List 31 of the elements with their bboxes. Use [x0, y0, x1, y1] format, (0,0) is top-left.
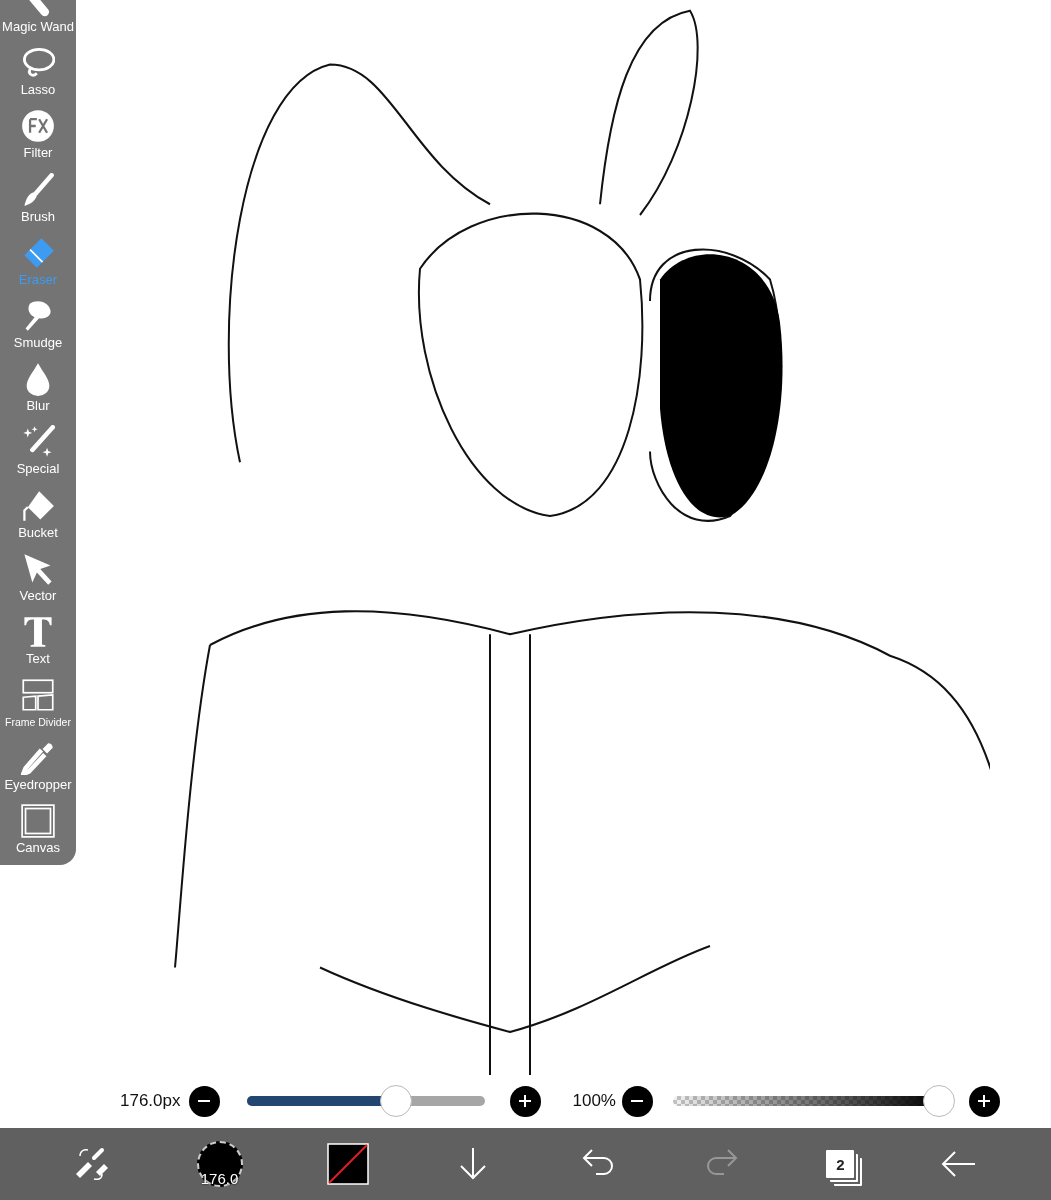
plus-button[interactable]: [509, 1085, 541, 1117]
tool-button[interactable]: Brush: [0, 162, 76, 226]
text-t-icon: [21, 614, 55, 649]
minus-button[interactable]: [622, 1085, 653, 1117]
tool-button[interactable]: Bucket: [0, 478, 76, 542]
tool-button[interactable]: Filter: [0, 99, 76, 163]
tool-button[interactable]: Text: [0, 604, 76, 668]
tool-button[interactable]: Vector: [0, 541, 76, 605]
plus-button[interactable]: [969, 1085, 1000, 1117]
slider-thumb[interactable]: [923, 1085, 955, 1117]
tool-button[interactable]: Lasso: [0, 36, 76, 100]
tool-button[interactable]: Magic Wand: [0, 0, 76, 36]
tool-button[interactable]: Frame Divider: [0, 667, 76, 732]
color-swatch[interactable]: [326, 1143, 369, 1185]
eyedropper-icon: [21, 741, 55, 776]
slider-thumb[interactable]: [380, 1085, 413, 1117]
square-frame-icon: [21, 804, 55, 839]
tool-button[interactable]: Canvas: [0, 794, 76, 858]
tool-button[interactable]: Smudge: [0, 288, 76, 352]
brush-size-button[interactable]: 176.0: [196, 1141, 243, 1187]
filter-fx-icon: [21, 109, 55, 144]
tool-button[interactable]: Eyedropper: [0, 731, 76, 795]
brush-size-reading: 176.0px: [118, 1091, 183, 1111]
plus-icon: [977, 1094, 992, 1108]
tool-button[interactable]: Special: [0, 415, 76, 479]
minus-button[interactable]: [188, 1085, 220, 1117]
brush-icon: [21, 172, 55, 207]
frame-divider-icon: [21, 678, 55, 713]
plus-icon: [518, 1094, 532, 1108]
cursor-arrow-icon: [21, 551, 55, 586]
tool-button[interactable]: Blur: [0, 351, 76, 416]
